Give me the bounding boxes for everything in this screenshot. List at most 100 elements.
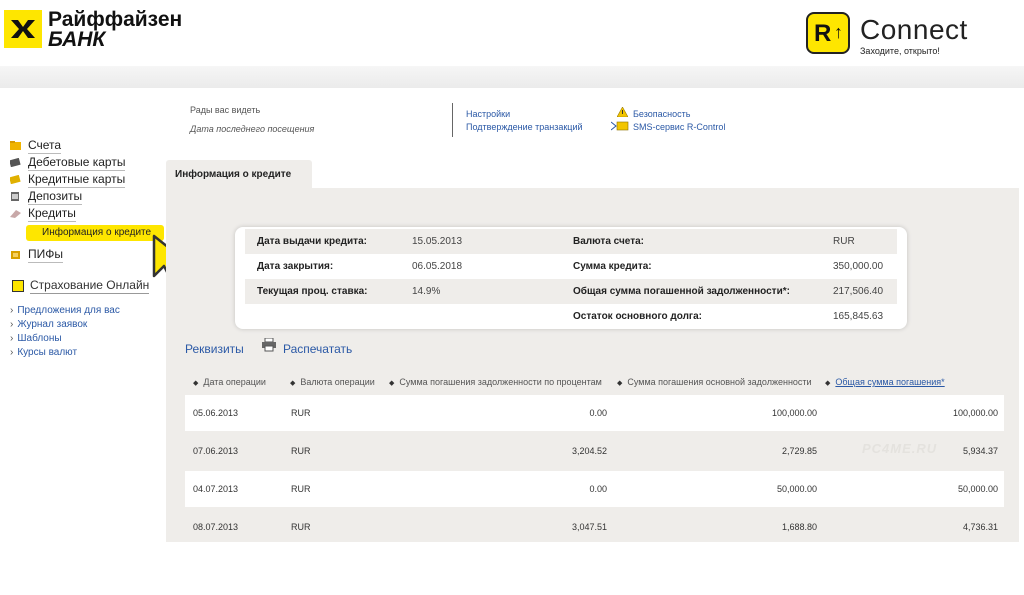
- chevron-right-icon: ›: [10, 305, 14, 316]
- sidebar-subitem-loan-info[interactable]: Информация о кредите: [26, 225, 164, 241]
- cell-total: 100,000.00: [952, 408, 998, 418]
- loan-field-value: RUR: [833, 236, 855, 247]
- security-link[interactable]: Безопасность: [633, 109, 690, 119]
- sort-icon: ◆: [290, 380, 296, 387]
- templates-link-label: Шаблоны: [17, 333, 62, 344]
- top-bar: [0, 66, 1024, 88]
- loan-field-label: Дата закрытия:: [257, 261, 334, 272]
- cell-currency: RUR: [291, 408, 311, 418]
- chevron-right-icon: ›: [10, 333, 14, 344]
- sidebar-item-label: ПИФы: [28, 247, 63, 263]
- sidebar-item-label: Кредитные карты: [28, 172, 126, 188]
- deposit-icon: [11, 192, 19, 201]
- loan-field-value: 165,845.63: [833, 311, 884, 322]
- arrow-up-icon: ↑: [834, 22, 843, 42]
- fund-icon: [11, 251, 20, 259]
- loan-field-label: Общая сумма погашенной задолженности*:: [573, 286, 790, 297]
- rconnect-slogan: Заходите, открыто!: [860, 46, 940, 56]
- requisites-link[interactable]: Реквизиты: [185, 342, 244, 356]
- sidebar-item-label: Депозиты: [28, 189, 83, 205]
- rconnect-badge-icon: R ↑: [806, 12, 850, 54]
- column-header-total-repayment[interactable]: ◆ Общая сумма погашения*: [825, 377, 945, 387]
- settings-link[interactable]: Настройки: [466, 109, 510, 119]
- exchange-rates-link[interactable]: › Курсы валют: [10, 347, 77, 358]
- sidebar-item-label: Дебетовые карты: [28, 155, 126, 171]
- chevron-right-icon: ›: [10, 347, 14, 358]
- loan-field-label: Остаток основного долга:: [573, 311, 702, 322]
- templates-link[interactable]: › Шаблоны: [10, 333, 62, 344]
- loan-info-row: Текущая проц. ставка: 14.9% Общая сумма …: [245, 279, 897, 304]
- printer-icon[interactable]: [262, 338, 276, 352]
- cell-principal: 1,688.80: [781, 522, 817, 532]
- loan-field-label: Сумма кредита:: [573, 261, 652, 272]
- loan-info-card: Дата выдачи кредита: 15.05.2013 Валюта с…: [235, 227, 907, 329]
- insurance-icon: [12, 280, 24, 292]
- requests-journal-link[interactable]: › Журнал заявок: [10, 319, 87, 330]
- cell-interest: 0.00: [589, 408, 607, 418]
- cell-date: 08.07.2013: [193, 522, 239, 532]
- card-icon: [10, 158, 21, 167]
- warning-icon: [617, 107, 628, 117]
- loan-field-value: 15.05.2013: [412, 236, 463, 247]
- column-header-interest-repayment[interactable]: ◆ Сумма погашения задолженности по процен…: [389, 377, 602, 387]
- sidebar-item-label: Счета: [28, 138, 62, 154]
- chevron-right-icon: ›: [10, 319, 14, 330]
- rconnect-badge-letter: R: [814, 20, 832, 47]
- table-row: 05.06.2013 RUR 0.00 100,000.00 100,000.0…: [185, 395, 1004, 431]
- print-link[interactable]: Распечатать: [283, 342, 352, 356]
- loan-field-value: 217,506.40: [833, 286, 884, 297]
- cell-principal: 100,000.00: [771, 408, 817, 418]
- loan-field-value: 06.05.2018: [412, 261, 463, 272]
- welcome-text: Рады вас видеть: [190, 105, 261, 115]
- cell-date: 04.07.2013: [193, 484, 239, 494]
- column-header-principal-repayment[interactable]: ◆ Сумма погашения основной задолженности: [617, 377, 812, 387]
- cell-interest: 0.00: [589, 484, 607, 494]
- folder-icon: [10, 141, 21, 150]
- sms-service-link[interactable]: SMS-сервис R-Control: [633, 122, 725, 132]
- loan-info-row: Дата выдачи кредита: 15.05.2013 Валюта с…: [245, 229, 897, 254]
- bank-name-suffix: БАНК: [48, 28, 106, 51]
- column-header-label: Сумма погашения задолженности по процент…: [399, 377, 602, 387]
- transaction-confirm-link[interactable]: Подтверждение транзакций: [466, 122, 583, 132]
- sort-icon: ◆: [389, 380, 395, 387]
- cell-principal: 50,000.00: [776, 484, 817, 494]
- loan-field-label: Дата выдачи кредита:: [257, 236, 367, 247]
- exchange-rates-link-label: Курсы валют: [17, 347, 78, 358]
- cell-total: 4,736.31: [962, 522, 998, 532]
- loan-field-label: Текущая проц. ставка:: [257, 286, 368, 297]
- cell-currency: RUR: [291, 522, 311, 532]
- column-header-currency[interactable]: ◆ Валюта операции: [290, 377, 375, 387]
- cell-date: 07.06.2013: [193, 446, 239, 456]
- cell-currency: RUR: [291, 446, 311, 456]
- sort-icon: ◆: [825, 380, 831, 387]
- cell-principal: 2,729.85: [781, 446, 817, 456]
- offers-link[interactable]: › Предложения для вас: [10, 305, 120, 316]
- insurance-online-link[interactable]: Страхование Онлайн: [30, 278, 150, 294]
- offers-link-label: Предложения для вас: [17, 305, 120, 316]
- requests-journal-link-label: Журнал заявок: [17, 319, 88, 330]
- sort-icon: ◆: [193, 380, 199, 387]
- rconnect-logo: R ↑ Connect Заходите, открыто!: [806, 10, 986, 60]
- column-header-date[interactable]: ◆ Дата операции: [193, 377, 266, 387]
- credit-card-icon: [10, 175, 21, 184]
- rconnect-title: Connect: [860, 14, 968, 45]
- cell-date: 05.06.2013: [193, 408, 239, 418]
- column-header-label: Дата операции: [203, 377, 266, 387]
- cell-interest: 3,047.51: [571, 522, 607, 532]
- sort-icon: ◆: [617, 380, 623, 387]
- sms-icon: [611, 121, 629, 131]
- tab-loan-info[interactable]: Информация о кредите: [166, 160, 312, 190]
- loan-icon: [10, 210, 21, 218]
- loan-info-row: Дата закрытия: 06.05.2018 Сумма кредита:…: [245, 254, 897, 279]
- cell-currency: RUR: [291, 484, 311, 494]
- table-row: 04.07.2013 RUR 0.00 50,000.00 50,000.00: [185, 471, 1004, 507]
- watermark: PC4ME.RU: [862, 441, 938, 456]
- loan-info-row: Остаток основного долга: 165,845.63: [245, 304, 897, 329]
- loan-field-value: 350,000.00: [833, 261, 884, 272]
- table-row: 08.07.2013 RUR 3,047.51 1,688.80 4,736.3…: [185, 509, 1004, 545]
- bank-logo-mark-icon: [4, 10, 42, 48]
- bank-logo[interactable]: Райффайзен БАНК: [4, 6, 182, 51]
- sidebar-item-label: Кредиты: [28, 206, 76, 222]
- loan-field-label: Валюта счета:: [573, 236, 644, 247]
- loan-field-value: 14.9%: [412, 286, 441, 297]
